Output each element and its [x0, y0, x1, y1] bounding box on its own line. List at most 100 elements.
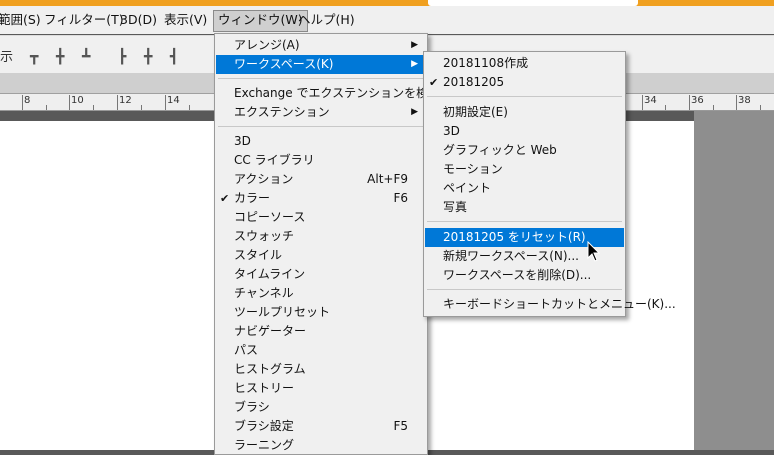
ruler-label: 38: [738, 95, 751, 106]
menu-item-label: CC ライブラリ: [234, 153, 315, 167]
workspace-item-20181205[interactable]: ✔ 20181205: [425, 73, 624, 92]
menu-3d[interactable]: 3D(D): [116, 10, 161, 30]
workspace-item-essentials[interactable]: 初期設定(E): [425, 103, 624, 122]
window-menu: アレンジ(A) ▶ ワークスペース(K) ▶ Exchange でエクステンションを…: [214, 33, 452, 455]
align-top-icon[interactable]: ┳: [30, 49, 38, 65]
menu-item-label: 20181205: [443, 75, 505, 89]
ruler-tick: [69, 95, 70, 110]
menu-filter[interactable]: フィルター(T): [40, 10, 128, 30]
menu-item-actions[interactable]: アクション Alt+F9: [216, 170, 426, 189]
mouse-cursor-icon: [587, 241, 601, 262]
menu-separator: [427, 289, 622, 290]
menu-item-channels[interactable]: チャンネル: [216, 284, 426, 303]
menu-item-label: スタイル: [234, 248, 283, 262]
ruler-tick: [713, 105, 714, 110]
menu-item-swatches[interactable]: スウォッチ: [216, 227, 426, 246]
ruler-tick: [46, 105, 47, 110]
menu-item-label: ペイント: [443, 181, 492, 195]
align-left-icon[interactable]: ┣: [118, 49, 126, 65]
menu-item-brush-settings[interactable]: ブラシ設定 F5: [216, 417, 426, 436]
menu-item-label: パス: [234, 343, 259, 357]
submenu-arrow-icon: ▶: [411, 107, 418, 117]
menu-item-color[interactable]: ✔ カラー F6: [216, 189, 426, 208]
menu-item-histogram[interactable]: ヒストグラム: [216, 360, 426, 379]
menu-item-label: 20181108作成: [443, 56, 529, 70]
menu-item-label: ラーニング: [234, 438, 295, 452]
menu-item-label: 3D: [443, 124, 460, 138]
menu-item-label: モーション: [443, 162, 503, 176]
ruler-tick: [736, 95, 737, 110]
workspace-item-photography[interactable]: 写真: [425, 198, 624, 217]
workspace-item-motion[interactable]: モーション: [425, 160, 624, 179]
workspace-delete-item[interactable]: ワークスペースを削除(D)...: [425, 266, 624, 285]
menu-item-label: Exchange でエクステンションを検索...: [234, 86, 452, 100]
checkmark-icon: ✔: [429, 76, 439, 89]
menu-item-label: ブラシ設定: [234, 419, 294, 433]
menu-item-cc-libraries[interactable]: CC ライブラリ: [216, 151, 426, 170]
menu-item-label: ヒストグラム: [234, 362, 306, 376]
ruler-tick: [93, 105, 94, 110]
menu-item-shortcut: F6: [393, 191, 408, 205]
menu-item-label: 新規ワークスペース(N)...: [443, 249, 579, 263]
menu-item-label: コピーソース: [234, 210, 306, 224]
menu-item-label: 20181205 をリセット(R): [443, 230, 586, 244]
menu-item-history[interactable]: ヒストリー: [216, 379, 426, 398]
menu-item-arrange[interactable]: アレンジ(A) ▶: [216, 36, 426, 55]
menu-item-label: グラフィックと Web: [443, 143, 557, 157]
ruler-tick: [22, 95, 23, 110]
menu-separator: [427, 221, 622, 222]
workspace-item-20181108[interactable]: 20181108作成: [425, 54, 624, 73]
align-bottom-icon[interactable]: ┻: [82, 49, 90, 65]
ruler-label: 10: [71, 95, 84, 106]
menu-separator: [218, 78, 424, 79]
menu-item-label: タイムライン: [234, 267, 306, 281]
menu-item-label: スウォッチ: [234, 229, 295, 243]
ruler-tick: [665, 105, 666, 110]
menu-separator: [427, 96, 622, 97]
align-hcenter-icon[interactable]: ╋: [144, 49, 152, 65]
workspace-item-painting[interactable]: ペイント: [425, 179, 624, 198]
menu-item-timeline[interactable]: タイムライン: [216, 265, 426, 284]
menu-item-extensions[interactable]: エクステンション ▶: [216, 103, 426, 122]
ruler-tick: [689, 95, 690, 110]
menu-item-label: エクステンション: [234, 105, 330, 119]
menu-item-navigator[interactable]: ナビゲーター: [216, 322, 426, 341]
menu-help[interactable]: ヘルプ(H): [294, 10, 359, 30]
menu-item-label: 初期設定(E): [443, 105, 508, 119]
right-panel: [694, 111, 774, 450]
workspace-submenu: 20181108作成 ✔ 20181205 初期設定(E) 3D グラフィックと …: [423, 51, 676, 317]
ruler-tick: [189, 105, 190, 110]
menu-item-styles[interactable]: スタイル: [216, 246, 426, 265]
workspace-shortcuts-item[interactable]: キーボードショートカットとメニュー(K)...: [425, 295, 676, 314]
menu-item-label: チャンネル: [234, 286, 294, 300]
menu-item-learning[interactable]: ラーニング: [216, 436, 426, 455]
align-right-icon[interactable]: ┫: [170, 49, 178, 65]
menu-item-tool-presets[interactable]: ツールプリセット: [216, 303, 426, 322]
menu-view[interactable]: 表示(V): [160, 10, 211, 30]
align-vcenter-icon[interactable]: ╋: [56, 49, 64, 65]
menu-item-label: カラー: [234, 191, 271, 205]
menu-item-paths[interactable]: パス: [216, 341, 426, 360]
menu-range[interactable]: 範囲(S): [0, 10, 45, 30]
menu-item-brush[interactable]: ブラシ: [216, 398, 426, 417]
menu-item-label: 写真: [443, 200, 468, 214]
menu-item-workspace[interactable]: ワークスペース(K) ▶: [216, 55, 426, 74]
ruler-tick: [141, 105, 142, 110]
options-label: 示: [0, 50, 14, 65]
menu-item-shortcut: Alt+F9: [367, 172, 408, 186]
ruler-label: 8: [24, 95, 31, 106]
ruler-tick: [117, 95, 118, 110]
menu-item-label: ブラシ: [234, 400, 270, 414]
menu-item-label: ヒストリー: [234, 381, 295, 395]
ruler-label: 34: [644, 95, 657, 106]
menu-item-label: アクション: [234, 172, 294, 186]
workspace-item-3d[interactable]: 3D: [425, 122, 624, 141]
ruler-tick: [760, 105, 761, 110]
menu-item-exchange[interactable]: Exchange でエクステンションを検索...: [216, 84, 452, 103]
menu-item-3d[interactable]: 3D: [216, 132, 426, 151]
menu-item-label: キーボードショートカットとメニュー(K)...: [443, 297, 676, 311]
workspace-item-graphic-web[interactable]: グラフィックと Web: [425, 141, 624, 160]
menu-item-clone-source[interactable]: コピーソース: [216, 208, 426, 227]
submenu-arrow-icon: ▶: [411, 40, 418, 50]
ruler-tick: [165, 95, 166, 110]
